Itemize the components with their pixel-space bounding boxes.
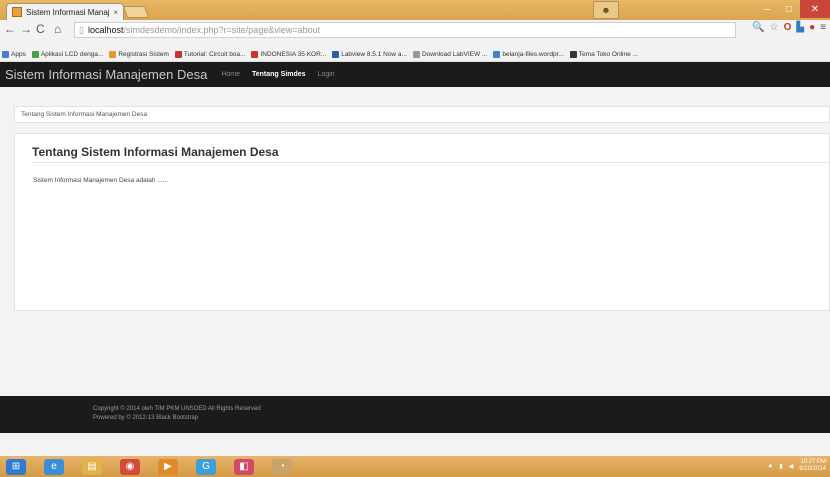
- bookmark-icon: [109, 51, 117, 58]
- tray-arrow-icon[interactable]: ▲: [767, 463, 773, 469]
- clock-time: 10:27 PM: [800, 459, 826, 465]
- breadcrumb-text: Tentang Sistem Informasi Manajemen Desa: [21, 111, 148, 118]
- browser-tab[interactable]: Sistem Informasi Manaje ×: [6, 3, 124, 20]
- internet-explorer-icon[interactable]: e: [44, 458, 64, 475]
- bookmark-label: Aplikasi LCD denga...: [40, 51, 104, 58]
- chrome-icon[interactable]: ◉: [120, 458, 140, 475]
- bookmark-label: Tema Toko Online ...: [578, 51, 638, 58]
- back-arrow-icon[interactable]: ←: [4, 22, 16, 36]
- bookmark-label: Tutorial: Circuit boa...: [183, 51, 246, 58]
- browser-titlebar: Sistem Informasi Manaje × ☻ – □ ✕: [0, 0, 830, 20]
- bookmark-item[interactable]: Apps: [2, 51, 26, 58]
- title-divider: [32, 162, 829, 163]
- site-navbar: Sistem Informasi Manajemen Desa Home Ten…: [0, 62, 830, 87]
- toolbar-extensions: 🔍 ☆ O ▙ ● ≡: [752, 22, 826, 33]
- bookmark-label: Download LabVIEW ...: [421, 51, 488, 58]
- menu-icon[interactable]: ≡: [820, 22, 826, 33]
- address-bar[interactable]: ▯ localhost /simdesdemo/index.php?r=site…: [74, 22, 736, 38]
- bookmark-label: Apps: [11, 51, 26, 58]
- bookmark-item[interactable]: belanja-files.wordpr...: [493, 51, 564, 58]
- file-explorer-icon[interactable]: ▤: [82, 458, 102, 475]
- network-icon[interactable]: ▮: [779, 463, 782, 470]
- page-title: Tentang Sistem Informasi Manajemen Desa: [32, 145, 279, 159]
- content-panel: Tentang Sistem Informasi Manajemen Desa …: [14, 133, 830, 311]
- nav-link-tentang-simdes[interactable]: Tentang Simdes: [252, 71, 306, 78]
- minimize-icon[interactable]: –: [756, 0, 778, 18]
- bookmark-icon: [31, 51, 39, 58]
- url-host: localhost: [87, 25, 124, 35]
- bookmark-item[interactable]: INDONESIA 35 KOR...: [251, 51, 326, 58]
- bookmark-item[interactable]: Registrasi Sistem: [109, 51, 169, 58]
- extension-icon[interactable]: ▙: [796, 22, 804, 33]
- close-window-icon[interactable]: ✕: [800, 0, 830, 18]
- app-icon[interactable]: ◧: [234, 458, 254, 475]
- favicon-icon: [12, 7, 22, 17]
- bookmark-icon: [2, 51, 9, 58]
- new-tab-button[interactable]: [122, 6, 150, 18]
- bookmark-icon: [174, 51, 182, 58]
- search-icon[interactable]: 🔍: [752, 22, 764, 33]
- window-controls: – □ ✕: [756, 0, 830, 18]
- tab-title: Sistem Informasi Manaje: [26, 7, 110, 17]
- footer-copyright: Copyright © 2014 oleh TIM PKM UNSOED All…: [93, 406, 261, 412]
- breadcrumb: Tentang Sistem Informasi Manajemen Desa: [14, 106, 830, 123]
- nav-link-login[interactable]: Login: [318, 71, 335, 78]
- bookmark-item[interactable]: Tutorial: Circuit boa...: [174, 51, 246, 58]
- url-path: /simdesdemo/index.php?r=site/page&view=a…: [123, 25, 321, 35]
- bookmark-item[interactable]: Tema Toko Online ...: [569, 51, 638, 58]
- home-icon[interactable]: ⌂: [54, 22, 61, 36]
- clock-date: 6/20/2014: [799, 466, 826, 472]
- system-tray: ▲ ▮ ◀ 10:27 PM 6/20/2014: [767, 459, 826, 473]
- browser-toolbar: ← → C ⌂ ▯ localhost /simdesdemo/index.ph…: [0, 20, 830, 49]
- user-profile-icon[interactable]: ☻: [593, 1, 619, 19]
- app-secondary-icon[interactable]: ◔: [272, 458, 292, 475]
- bookmark-star-icon[interactable]: ☆: [770, 22, 779, 33]
- site-brand[interactable]: Sistem Informasi Manajemen Desa: [5, 67, 207, 82]
- bookmark-icon: [493, 51, 501, 58]
- bookmark-icon: [412, 51, 420, 58]
- opera-extension-icon[interactable]: O: [784, 22, 792, 33]
- media-player-icon[interactable]: ▶: [158, 458, 178, 475]
- bookmark-label: Labview 8.5.1 Now a...: [341, 51, 407, 58]
- bookmark-item[interactable]: Labview 8.5.1 Now a...: [332, 51, 407, 58]
- nav-link-home[interactable]: Home: [221, 71, 240, 78]
- page-body-text: Sistem Informasi Manajemen Desa adalah .…: [33, 177, 169, 184]
- tab-close-icon[interactable]: ×: [113, 8, 118, 17]
- bookmark-label: INDONESIA 35 KOR...: [260, 51, 327, 58]
- bookmark-icon: [251, 51, 259, 58]
- browser-app-icon[interactable]: G: [196, 458, 216, 475]
- page-icon: ▯: [79, 24, 84, 35]
- windows-taskbar: ⊞ e ▤ ◉ ▶ G ◧ ◔: [0, 456, 830, 477]
- bookmark-item[interactable]: Download LabVIEW ...: [412, 51, 488, 58]
- windows-start-icon[interactable]: ⊞: [6, 458, 26, 475]
- bookmark-icon: [569, 51, 577, 58]
- bookmark-item[interactable]: Aplikasi LCD denga...: [31, 51, 104, 58]
- site-footer: Copyright © 2014 oleh TIM PKM UNSOED All…: [0, 396, 830, 433]
- bookmarks-bar: Apps Aplikasi LCD denga... Registrasi Sist…: [0, 48, 830, 62]
- bookmark-label: belanja-files.wordpr...: [502, 51, 564, 58]
- volume-icon[interactable]: ◀: [789, 463, 794, 470]
- tray-clock[interactable]: 10:27 PM 6/20/2014: [799, 459, 826, 473]
- forward-arrow-icon[interactable]: →: [20, 22, 32, 36]
- maximize-icon[interactable]: □: [778, 0, 800, 18]
- footer-powered-by: Powered by © 2012-13 Black Bootstrap: [93, 415, 199, 421]
- bookmark-label: Registrasi Sistem: [118, 51, 169, 58]
- bookmark-icon: [332, 51, 340, 58]
- extension-red-icon[interactable]: ●: [809, 22, 815, 33]
- reload-icon[interactable]: C: [36, 22, 45, 36]
